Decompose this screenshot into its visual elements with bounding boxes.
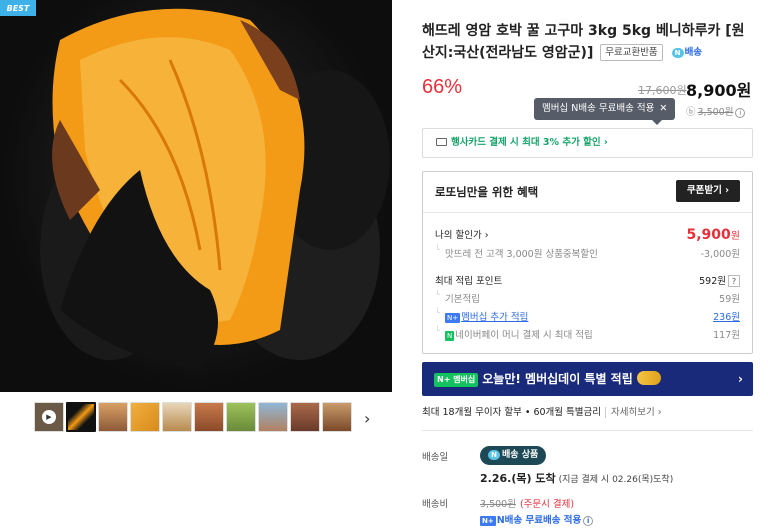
sub-discount-row: 맛뜨레 전 고객 3,000원 상품중복할인 -3,000원 — [435, 245, 740, 260]
thumbnail-video[interactable]: ▶ — [34, 402, 64, 432]
shipping-fee-original: 3,500원 — [480, 499, 516, 510]
original-price: 17,600원 — [638, 84, 687, 97]
membership-day-banner[interactable]: N+ 멤버십 오늘만! 멤버십데이 특별 적립 › — [422, 362, 753, 396]
delivery-chip-text: 배송 상품 — [502, 450, 539, 460]
arrival-note: (지금 결제 시 02.26(목)도착) — [558, 475, 674, 485]
thumbnail-item[interactable] — [226, 402, 256, 432]
my-price-row[interactable]: 나의 할인가 › 5,900원 — [435, 227, 741, 243]
npay-point-label: 네이버페이 머니 결제 시 최대 적립 — [455, 330, 593, 341]
discount-rate: 66% — [422, 76, 463, 98]
thumbnail-item[interactable] — [130, 402, 160, 432]
npay-icon: N — [445, 331, 455, 341]
max-point-value-wrap: 592원? — [699, 273, 740, 287]
free-return-tag: 무료교환반품 — [600, 44, 663, 61]
thumbnail-item[interactable] — [162, 402, 192, 432]
benefit-box: 로또님만을 위한 혜택 쿠폰받기 › 나의 할인가 › 5,900원 맛뜨레 전… — [422, 171, 753, 354]
n-delivery-icon: N — [671, 48, 684, 58]
shipping-prefix: ⓑ — [686, 107, 696, 118]
arrival-text: 2.26.(목) 도착 — [480, 472, 556, 485]
membership-tooltip: 멤버십 N배송 무료배송 적용 ✕ — [534, 98, 676, 125]
thumbnail-item[interactable] — [66, 402, 96, 432]
basic-point-row: 기본적립 59원 — [435, 290, 740, 305]
max-point-row: 최대 적립 포인트 592원? — [435, 273, 740, 287]
max-point-label: 최대 적립 포인트 — [435, 276, 503, 287]
basic-point-label: 기본적립 — [445, 294, 480, 305]
banner-text: 오늘만! 멤버십데이 특별 적립 — [482, 372, 633, 386]
max-point-value: 592원 — [699, 276, 726, 287]
help-icon[interactable]: ? — [728, 275, 740, 287]
shipping-fee-note: (주문시 결제) — [519, 499, 575, 510]
membership-point-row[interactable]: N+멤버십 추가 적립 236원 — [435, 308, 740, 323]
chevron-right-icon: › — [738, 372, 743, 386]
shipping-amount: 3,500원 — [697, 107, 734, 118]
my-price-value: 5,900원 — [687, 227, 741, 243]
info-icon[interactable]: i — [735, 108, 746, 118]
divider — [422, 430, 753, 431]
thumbnail-strip: ▶ — [34, 402, 352, 432]
final-price: 8,900원 — [686, 81, 752, 100]
delivery-tag: N 배송 — [671, 42, 703, 64]
close-icon[interactable]: ✕ — [659, 103, 667, 114]
sub-discount-value: -3,000원 — [700, 249, 740, 260]
thumbnail-item[interactable] — [98, 402, 128, 432]
my-price-label: 나의 할인가 › — [435, 230, 489, 241]
shipping-fee-label: 배송비 — [422, 499, 449, 510]
delivery-date-label: 배송일 — [422, 452, 449, 463]
shipping-fee-strike: ⓑ 3,500원 i — [686, 104, 746, 118]
benefit-heading: 로또님만을 위한 혜택 — [435, 185, 539, 199]
card-promo-link[interactable]: 행사카드 결제 시 최대 3% 추가 할인 › — [422, 128, 753, 158]
my-price-number: 5,900 — [686, 227, 731, 243]
membership-point-label: 멤버십 추가 적립 — [461, 312, 529, 323]
thumbnail-item[interactable] — [290, 402, 320, 432]
coins-icon — [636, 371, 661, 385]
tooltip-text: 멤버십 N배송 무료배송 적용 — [542, 103, 655, 114]
n-free-shipping: N+ N배송 무료배송 적용 i — [480, 512, 594, 526]
installment-text: 최대 18개월 무이자 할부 • 60개월 특별금리 — [422, 407, 601, 418]
play-icon: ▶ — [42, 410, 56, 424]
divider — [423, 212, 752, 213]
sweet-potato-illustration — [40, 8, 390, 370]
basic-point-value: 59원 — [719, 294, 740, 305]
npay-point-value: 117원 — [713, 330, 740, 341]
my-price-unit: 원 — [730, 231, 740, 242]
thumbnail-item[interactable] — [322, 402, 352, 432]
info-icon[interactable]: i — [583, 516, 594, 526]
n-free-shipping-text: N배송 무료배송 적용 — [496, 515, 582, 526]
chevron-right-icon[interactable]: › — [364, 409, 370, 428]
card-promo-text: 행사카드 결제 시 최대 3% 추가 할인 › — [451, 137, 608, 148]
product-main-image[interactable]: BEST — [0, 0, 392, 392]
n-plus-icon: N+ — [480, 516, 496, 526]
n-plus-membership-icon: N+ 멤버십 — [434, 373, 479, 387]
shipping-fee: 3,500원 (주문시 결제) — [480, 496, 574, 510]
npay-point-row: N네이버페이 머니 결제 시 최대 적립 117원 — [435, 326, 740, 341]
membership-point-value: 236원 — [713, 312, 740, 323]
thumbnail-item[interactable] — [194, 402, 224, 432]
n-delivery-chip: N 배송 상품 — [480, 446, 547, 465]
credit-card-icon — [436, 138, 447, 146]
installment-info: 최대 18개월 무이자 할부 • 60개월 특별금리 자세히보기 › — [422, 404, 662, 418]
delivery-tag-text: 배송 — [684, 47, 703, 58]
n-delivery-icon: N — [488, 450, 500, 460]
product-title: 해뜨레 영암 호박 꿀 고구마 3kg 5kg 베니하루카 [원산지:국산(전라… — [422, 20, 753, 64]
sub-discount-label: 맛뜨레 전 고객 3,000원 상품중복할인 — [445, 249, 598, 260]
n-plus-icon: N+ — [445, 313, 461, 323]
arrival-date: 2.26.(목) 도착 (지금 결제 시 02.26(목)도착) — [480, 470, 673, 486]
best-badge: BEST — [0, 0, 36, 16]
thumbnail-item[interactable] — [258, 402, 288, 432]
installment-more-link[interactable]: 자세히보기 › — [605, 407, 662, 418]
coupon-button[interactable]: 쿠폰받기 › — [676, 180, 740, 202]
